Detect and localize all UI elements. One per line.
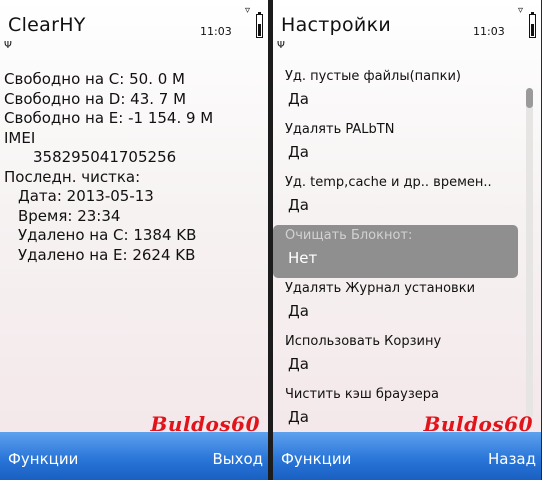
setting-empty-files[interactable]: Уд. пустые файлы(папки) Да xyxy=(273,66,521,119)
network-indicator-icon: ▿ xyxy=(517,5,523,16)
setting-label: Удалять Журнал установки xyxy=(285,281,476,296)
setting-install-log[interactable]: Удалять Журнал установки Да xyxy=(273,278,521,331)
setting-label: Уд. temp,cache и др.. времен.. xyxy=(285,175,492,190)
softkey-bar: Функции Выход xyxy=(0,432,268,480)
setting-palbtn[interactable]: Удалять PALbTN Да xyxy=(273,119,521,172)
main-screen: ClearHY ▿ 11:03 Ψ Свободно на C: 50. 0 М… xyxy=(0,0,268,480)
clock: 11:03 xyxy=(473,25,505,38)
free-e-text: Свободно на E: -1 154. 9 М xyxy=(4,109,214,127)
cleanup-info: Свободно на C: 50. 0 М Свободно на D: 43… xyxy=(4,70,213,265)
setting-label: Удалять PALbTN xyxy=(285,122,395,137)
setting-value: Да xyxy=(288,196,309,214)
app-title: ClearHY xyxy=(8,14,86,36)
setting-value: Да xyxy=(288,143,309,161)
setting-value: Да xyxy=(288,355,309,373)
settings-list: Уд. пустые файлы(папки) Да Удалять PALbT… xyxy=(273,66,521,437)
last-clean-label: Последн. чистка: xyxy=(4,167,141,186)
deleted-c-text: Удалено на C: 1384 KB xyxy=(18,226,197,244)
deleted-e-text: Удалено на E: 2624 KB xyxy=(18,245,196,264)
setting-label: Очищать Блокнот: xyxy=(285,228,413,243)
imei-label: IMEI xyxy=(4,128,36,147)
setting-value: Нет xyxy=(288,249,318,267)
setting-value: Да xyxy=(288,90,309,108)
setting-value: Да xyxy=(288,302,309,320)
date-text: Дата: 2013-05-13 xyxy=(18,187,154,205)
free-d-text: Свободно на D: 43. 7 М xyxy=(4,89,187,108)
antenna-icon: Ψ xyxy=(277,40,285,51)
functions-softkey[interactable]: Функции xyxy=(8,450,78,468)
network-indicator-icon: ▿ xyxy=(244,5,250,16)
settings-title: Настройки xyxy=(281,14,392,36)
free-c-text: Свободно на C: 50. 0 М xyxy=(4,70,185,88)
time-text: Время: 23:34 xyxy=(18,206,121,225)
setting-label: Использовать Корзину xyxy=(285,334,442,349)
settings-screen: Настройки ▿ 11:03 Ψ Уд. пустые файлы(пап… xyxy=(273,0,541,480)
scrollbar-track[interactable] xyxy=(526,88,533,418)
exit-softkey[interactable]: Выход xyxy=(212,450,263,468)
imei-value: 358295041705256 xyxy=(33,148,177,166)
functions-softkey[interactable]: Функции xyxy=(281,450,351,468)
setting-label: Уд. пустые файлы(папки) xyxy=(285,69,461,84)
setting-label: Чистить кэш браузера xyxy=(285,387,439,402)
clock: 11:03 xyxy=(200,25,232,38)
softkey-bar: Функции Назад xyxy=(273,432,541,480)
setting-temp-cache[interactable]: Уд. temp,cache и др.. времен.. Да xyxy=(273,172,521,225)
antenna-icon: Ψ xyxy=(4,40,12,51)
back-softkey[interactable]: Назад xyxy=(488,450,536,468)
battery-icon xyxy=(256,12,263,38)
scrollbar-thumb[interactable] xyxy=(526,88,533,108)
setting-clear-notepad[interactable]: Очищать Блокнот: Нет xyxy=(273,225,518,278)
battery-icon xyxy=(529,12,536,38)
setting-use-recycle-bin[interactable]: Использовать Корзину Да xyxy=(273,331,521,384)
